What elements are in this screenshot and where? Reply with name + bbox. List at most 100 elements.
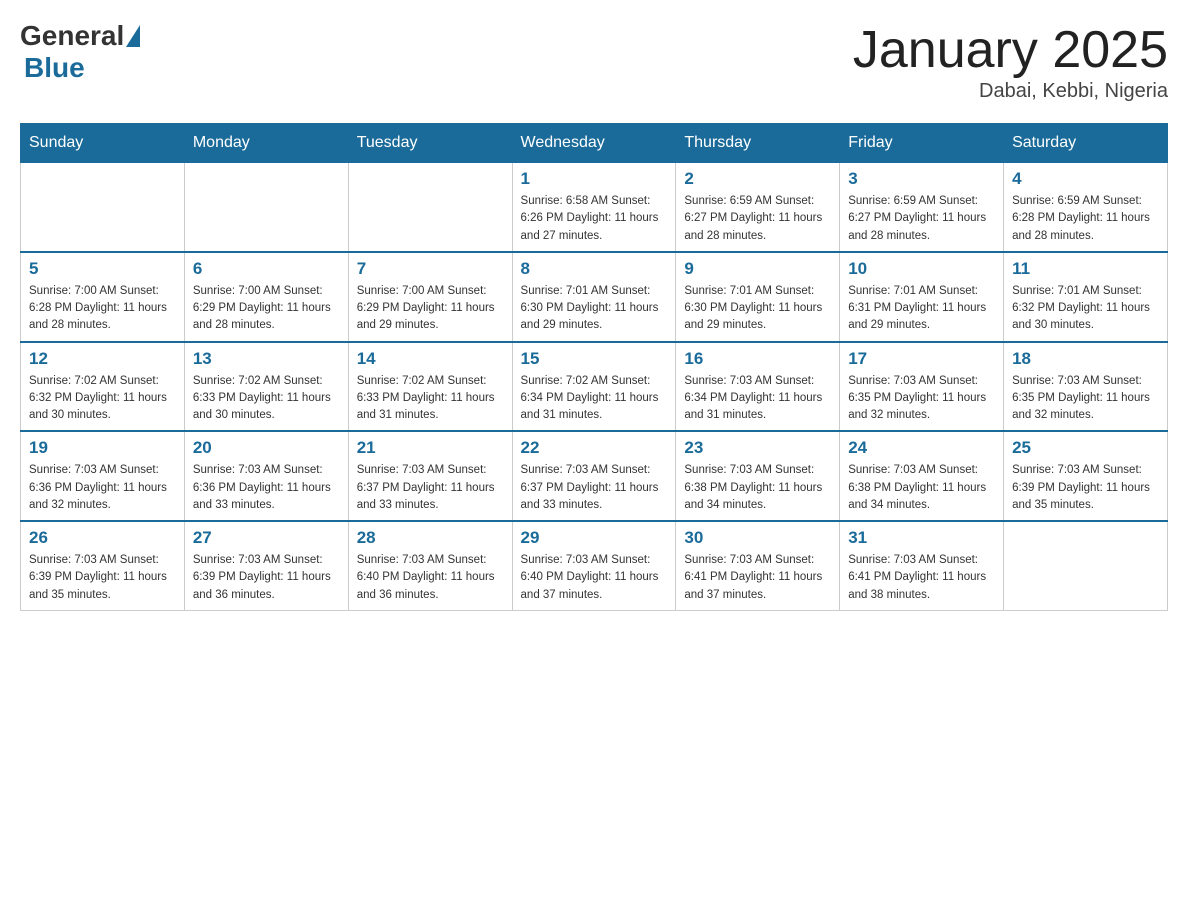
title-section: January 2025 Dabai, Kebbi, Nigeria: [853, 20, 1168, 103]
day-number: 24: [848, 438, 995, 458]
day-number: 25: [1012, 438, 1159, 458]
calendar-cell: 8 Sunrise: 7:01 AM Sunset: 6:30 PM Daylig…: [512, 252, 676, 342]
day-number: 20: [193, 438, 340, 458]
calendar-cell: [348, 163, 512, 252]
day-info: Sunrise: 7:03 AM Sunset: 6:36 PM Dayligh…: [193, 462, 340, 514]
page-header: General Blue January 2025 Dabai, Kebbi, …: [20, 20, 1168, 103]
calendar-day-header: Sunday: [21, 124, 185, 163]
calendar-cell: 10 Sunrise: 7:01 AM Sunset: 6:31 PM Dayli…: [840, 252, 1004, 342]
day-number: 27: [193, 528, 340, 548]
calendar-cell: 14 Sunrise: 7:02 AM Sunset: 6:33 PM Dayli…: [348, 342, 512, 432]
logo-blue-text: Blue: [24, 52, 85, 83]
day-info: Sunrise: 7:02 AM Sunset: 6:32 PM Dayligh…: [29, 373, 176, 425]
calendar-cell: 20 Sunrise: 7:03 AM Sunset: 6:36 PM Dayli…: [184, 431, 348, 521]
day-number: 8: [521, 259, 668, 279]
calendar-cell: 13 Sunrise: 7:02 AM Sunset: 6:33 PM Dayli…: [184, 342, 348, 432]
calendar-cell: 24 Sunrise: 7:03 AM Sunset: 6:38 PM Dayli…: [840, 431, 1004, 521]
day-number: 16: [684, 349, 831, 369]
calendar-table: SundayMondayTuesdayWednesdayThursdayFrid…: [20, 123, 1168, 611]
day-number: 9: [684, 259, 831, 279]
calendar-cell: 6Sunrise: 7:00 AM Sunset: 6:29 PM Daylig…: [184, 252, 348, 342]
calendar-day-header: Thursday: [676, 124, 840, 163]
day-info: Sunrise: 6:58 AM Sunset: 6:26 PM Dayligh…: [521, 193, 668, 245]
day-info: Sunrise: 6:59 AM Sunset: 6:27 PM Dayligh…: [684, 193, 831, 245]
calendar-cell: 1 Sunrise: 6:58 AM Sunset: 6:26 PM Daylig…: [512, 163, 676, 252]
calendar-cell: 28Sunrise: 7:03 AM Sunset: 6:40 PM Dayli…: [348, 521, 512, 610]
day-info: Sunrise: 7:03 AM Sunset: 6:39 PM Dayligh…: [29, 552, 176, 604]
day-info: Sunrise: 7:03 AM Sunset: 6:37 PM Dayligh…: [521, 462, 668, 514]
day-number: 21: [357, 438, 504, 458]
logo: General Blue: [20, 20, 142, 84]
month-title: January 2025: [853, 20, 1168, 80]
calendar-cell: [184, 163, 348, 252]
day-number: 18: [1012, 349, 1159, 369]
day-number: 6: [193, 259, 340, 279]
day-info: Sunrise: 7:03 AM Sunset: 6:35 PM Dayligh…: [848, 373, 995, 425]
location-text: Dabai, Kebbi, Nigeria: [853, 80, 1168, 103]
day-number: 30: [684, 528, 831, 548]
calendar-cell: 5Sunrise: 7:00 AM Sunset: 6:28 PM Daylig…: [21, 252, 185, 342]
day-number: 31: [848, 528, 995, 548]
calendar-day-header: Tuesday: [348, 124, 512, 163]
calendar-cell: 22 Sunrise: 7:03 AM Sunset: 6:37 PM Dayli…: [512, 431, 676, 521]
logo-triangle-icon: [126, 25, 140, 47]
calendar-cell: 9 Sunrise: 7:01 AM Sunset: 6:30 PM Daylig…: [676, 252, 840, 342]
calendar-cell: 7Sunrise: 7:00 AM Sunset: 6:29 PM Daylig…: [348, 252, 512, 342]
calendar-cell: 3Sunrise: 6:59 AM Sunset: 6:27 PM Daylig…: [840, 163, 1004, 252]
calendar-cell: [1004, 521, 1168, 610]
day-info: Sunrise: 7:03 AM Sunset: 6:35 PM Dayligh…: [1012, 373, 1159, 425]
day-number: 28: [357, 528, 504, 548]
day-info: Sunrise: 7:01 AM Sunset: 6:30 PM Dayligh…: [521, 283, 668, 335]
day-info: Sunrise: 7:03 AM Sunset: 6:41 PM Dayligh…: [848, 552, 995, 604]
day-number: 5: [29, 259, 176, 279]
day-number: 15: [521, 349, 668, 369]
day-info: Sunrise: 7:03 AM Sunset: 6:39 PM Dayligh…: [1012, 462, 1159, 514]
day-info: Sunrise: 7:02 AM Sunset: 6:33 PM Dayligh…: [357, 373, 504, 425]
calendar-cell: 17 Sunrise: 7:03 AM Sunset: 6:35 PM Dayli…: [840, 342, 1004, 432]
day-info: Sunrise: 7:01 AM Sunset: 6:30 PM Dayligh…: [684, 283, 831, 335]
day-info: Sunrise: 7:01 AM Sunset: 6:31 PM Dayligh…: [848, 283, 995, 335]
day-number: 10: [848, 259, 995, 279]
day-number: 11: [1012, 259, 1159, 279]
day-number: 19: [29, 438, 176, 458]
calendar-week-row: 12 Sunrise: 7:02 AM Sunset: 6:32 PM Dayli…: [21, 342, 1168, 432]
day-number: 13: [193, 349, 340, 369]
day-info: Sunrise: 7:00 AM Sunset: 6:29 PM Dayligh…: [357, 283, 504, 335]
calendar-week-row: 5Sunrise: 7:00 AM Sunset: 6:28 PM Daylig…: [21, 252, 1168, 342]
calendar-day-header: Wednesday: [512, 124, 676, 163]
calendar-cell: [21, 163, 185, 252]
day-number: 23: [684, 438, 831, 458]
calendar-cell: 4Sunrise: 6:59 AM Sunset: 6:28 PM Daylig…: [1004, 163, 1168, 252]
calendar-day-header: Monday: [184, 124, 348, 163]
calendar-cell: 25 Sunrise: 7:03 AM Sunset: 6:39 PM Dayli…: [1004, 431, 1168, 521]
day-info: Sunrise: 6:59 AM Sunset: 6:27 PM Dayligh…: [848, 193, 995, 245]
day-info: Sunrise: 7:03 AM Sunset: 6:38 PM Dayligh…: [848, 462, 995, 514]
calendar-cell: 15Sunrise: 7:02 AM Sunset: 6:34 PM Dayli…: [512, 342, 676, 432]
day-info: Sunrise: 7:03 AM Sunset: 6:40 PM Dayligh…: [521, 552, 668, 604]
day-info: Sunrise: 7:02 AM Sunset: 6:33 PM Dayligh…: [193, 373, 340, 425]
calendar-cell: 30Sunrise: 7:03 AM Sunset: 6:41 PM Dayli…: [676, 521, 840, 610]
calendar-week-row: 19 Sunrise: 7:03 AM Sunset: 6:36 PM Dayli…: [21, 431, 1168, 521]
calendar-header-row: SundayMondayTuesdayWednesdayThursdayFrid…: [21, 124, 1168, 163]
calendar-week-row: 26 Sunrise: 7:03 AM Sunset: 6:39 PM Dayli…: [21, 521, 1168, 610]
calendar-week-row: 1 Sunrise: 6:58 AM Sunset: 6:26 PM Daylig…: [21, 163, 1168, 252]
calendar-cell: 18 Sunrise: 7:03 AM Sunset: 6:35 PM Dayli…: [1004, 342, 1168, 432]
day-number: 12: [29, 349, 176, 369]
day-number: 2: [684, 169, 831, 189]
calendar-day-header: Saturday: [1004, 124, 1168, 163]
day-number: 1: [521, 169, 668, 189]
day-number: 17: [848, 349, 995, 369]
calendar-cell: 11Sunrise: 7:01 AM Sunset: 6:32 PM Dayli…: [1004, 252, 1168, 342]
day-number: 26: [29, 528, 176, 548]
calendar-cell: 16 Sunrise: 7:03 AM Sunset: 6:34 PM Dayli…: [676, 342, 840, 432]
day-info: Sunrise: 7:03 AM Sunset: 6:34 PM Dayligh…: [684, 373, 831, 425]
day-number: 22: [521, 438, 668, 458]
day-info: Sunrise: 7:03 AM Sunset: 6:38 PM Dayligh…: [684, 462, 831, 514]
calendar-cell: 29Sunrise: 7:03 AM Sunset: 6:40 PM Dayli…: [512, 521, 676, 610]
calendar-cell: 12 Sunrise: 7:02 AM Sunset: 6:32 PM Dayli…: [21, 342, 185, 432]
calendar-cell: 27Sunrise: 7:03 AM Sunset: 6:39 PM Dayli…: [184, 521, 348, 610]
calendar-cell: 31 Sunrise: 7:03 AM Sunset: 6:41 PM Dayli…: [840, 521, 1004, 610]
calendar-cell: 19Sunrise: 7:03 AM Sunset: 6:36 PM Dayli…: [21, 431, 185, 521]
calendar-cell: 21Sunrise: 7:03 AM Sunset: 6:37 PM Dayli…: [348, 431, 512, 521]
day-number: 14: [357, 349, 504, 369]
